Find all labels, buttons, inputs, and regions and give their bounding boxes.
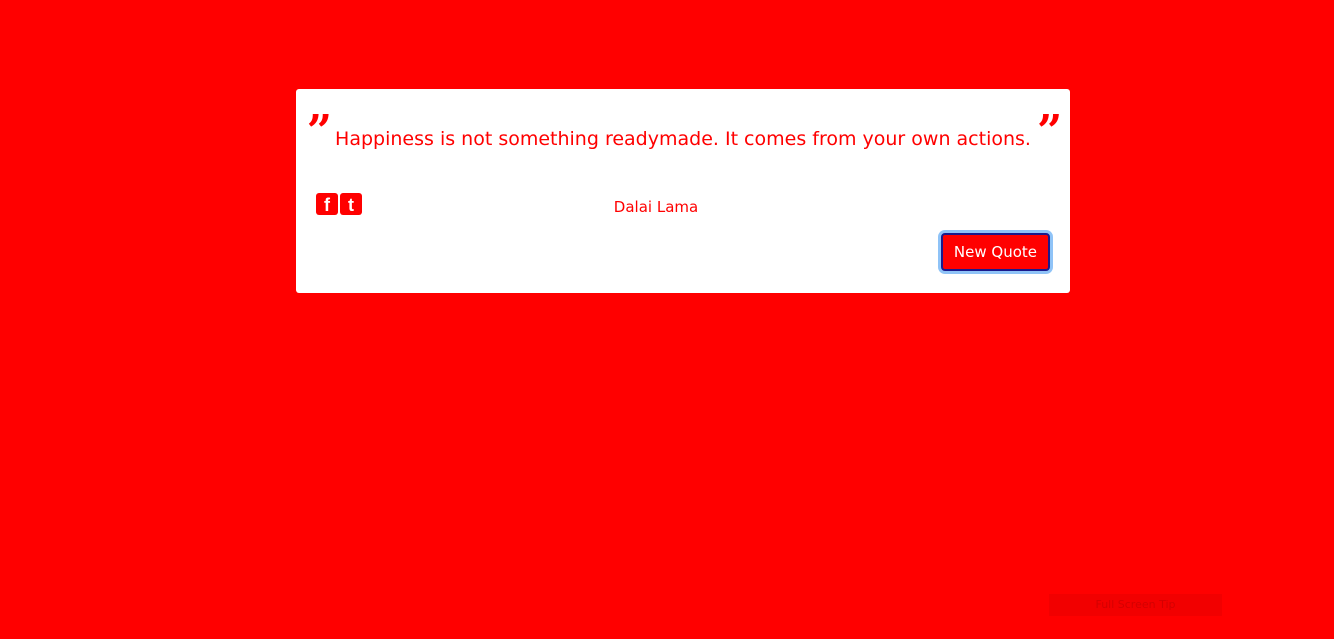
new-quote-button[interactable]: New Quote <box>940 233 1050 271</box>
quote-text: Happiness is not something readymade. It… <box>335 128 1031 150</box>
close-quote-icon: ” <box>1036 106 1062 157</box>
full-screen-tip: Full Screen Tip <box>1049 594 1222 616</box>
quote-row: ” Happiness is not something readymade. I… <box>296 110 1070 154</box>
page-background: ” Happiness is not something readymade. I… <box>0 0 1334 639</box>
quote-author: Dalai Lama <box>613 198 699 216</box>
open-quote-icon: ” <box>306 106 332 157</box>
quote-card: ” Happiness is not something readymade. I… <box>296 89 1070 293</box>
